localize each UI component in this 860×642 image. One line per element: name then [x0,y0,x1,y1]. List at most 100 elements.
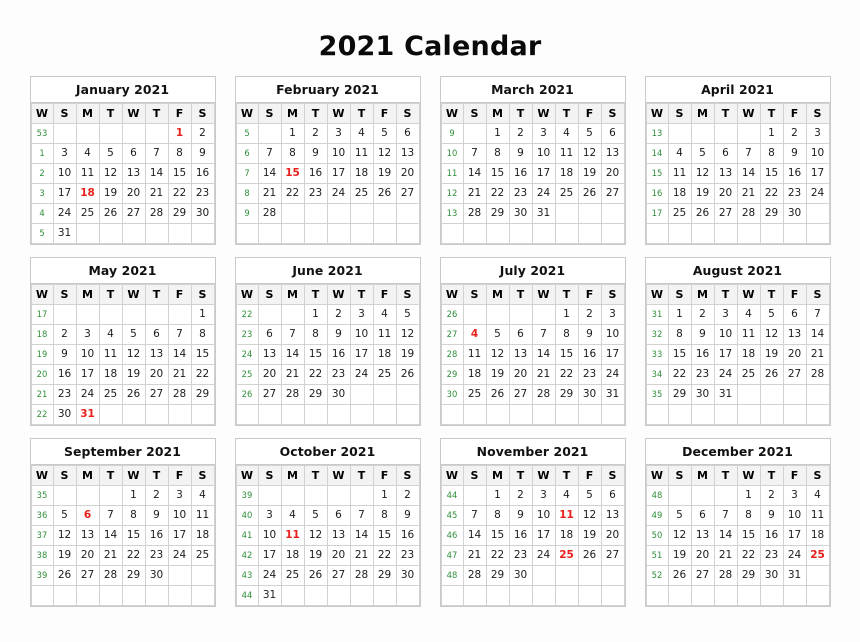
day-cell[interactable]: 12 [52,525,77,546]
day-cell[interactable]: 20 [75,545,100,566]
day-cell[interactable]: 31 [531,203,556,224]
day-cell[interactable]: 29 [759,203,784,224]
day-cell[interactable]: 16 [303,163,328,184]
day-cell[interactable]: 10 [326,143,351,164]
day-cell[interactable]: 8 [121,505,146,526]
day-cell[interactable]: 21 [713,545,738,566]
day-cell[interactable]: 22 [167,183,192,204]
day-cell[interactable]: 4 [554,123,579,144]
day-cell[interactable]: 26 [395,364,420,385]
day-cell[interactable]: 16 [759,525,784,546]
day-cell[interactable]: 4 [736,304,761,325]
day-cell[interactable]: 14 [713,525,738,546]
holiday-day-cell[interactable]: 18 [75,183,100,204]
day-cell[interactable]: 25 [349,183,374,204]
day-cell[interactable]: 6 [144,324,169,345]
day-cell[interactable]: 22 [736,545,761,566]
day-cell[interactable]: 22 [759,183,784,204]
day-cell[interactable]: 18 [736,344,761,365]
day-cell[interactable]: 13 [713,163,738,184]
day-cell[interactable]: 23 [326,364,351,385]
day-cell[interactable]: 19 [759,344,784,365]
holiday-day-cell[interactable]: 11 [554,505,579,526]
day-cell[interactable]: 22 [190,364,215,385]
day-cell[interactable]: 10 [52,163,77,184]
day-cell[interactable]: 7 [462,143,487,164]
day-cell[interactable]: 7 [167,324,192,345]
day-cell[interactable]: 7 [144,143,169,164]
day-cell[interactable]: 17 [349,344,374,365]
day-cell[interactable]: 2 [508,123,533,144]
day-cell[interactable]: 11 [736,324,761,345]
day-cell[interactable]: 24 [782,545,807,566]
day-cell[interactable]: 5 [303,505,328,526]
day-cell[interactable]: 4 [805,485,830,506]
day-cell[interactable]: 4 [280,505,305,526]
day-cell[interactable]: 15 [190,344,215,365]
day-cell[interactable]: 3 [75,324,100,345]
day-cell[interactable]: 7 [736,143,761,164]
day-cell[interactable]: 24 [349,364,374,385]
day-cell[interactable]: 10 [349,324,374,345]
day-cell[interactable]: 21 [349,545,374,566]
day-cell[interactable]: 3 [805,123,830,144]
day-cell[interactable]: 19 [52,545,77,566]
day-cell[interactable]: 10 [713,324,738,345]
holiday-day-cell[interactable]: 31 [75,404,100,425]
day-cell[interactable]: 5 [485,324,510,345]
day-cell[interactable]: 26 [577,545,602,566]
day-cell[interactable]: 3 [531,485,556,506]
day-cell[interactable]: 12 [690,163,715,184]
day-cell[interactable]: 14 [98,525,123,546]
day-cell[interactable]: 8 [190,324,215,345]
day-cell[interactable]: 14 [257,163,282,184]
day-cell[interactable]: 10 [805,143,830,164]
day-cell[interactable]: 12 [759,324,784,345]
day-cell[interactable]: 22 [121,545,146,566]
day-cell[interactable]: 26 [577,183,602,204]
day-cell[interactable]: 1 [190,304,215,325]
day-cell[interactable]: 7 [349,505,374,526]
day-cell[interactable]: 26 [690,203,715,224]
day-cell[interactable]: 8 [667,324,692,345]
day-cell[interactable]: 4 [190,485,215,506]
day-cell[interactable]: 9 [759,505,784,526]
day-cell[interactable]: 11 [667,163,692,184]
day-cell[interactable]: 14 [167,344,192,365]
day-cell[interactable]: 17 [167,525,192,546]
day-cell[interactable]: 4 [98,324,123,345]
holiday-day-cell[interactable]: 25 [805,545,830,566]
day-cell[interactable]: 20 [121,183,146,204]
day-cell[interactable]: 8 [485,143,510,164]
day-cell[interactable]: 27 [508,384,533,405]
day-cell[interactable]: 9 [508,505,533,526]
day-cell[interactable]: 6 [600,485,625,506]
day-cell[interactable]: 2 [144,485,169,506]
day-cell[interactable]: 8 [303,324,328,345]
day-cell[interactable]: 17 [782,525,807,546]
day-cell[interactable]: 3 [713,304,738,325]
day-cell[interactable]: 13 [690,525,715,546]
day-cell[interactable]: 2 [759,485,784,506]
day-cell[interactable]: 7 [805,304,830,325]
day-cell[interactable]: 19 [372,163,397,184]
day-cell[interactable]: 27 [75,565,100,586]
day-cell[interactable]: 19 [303,545,328,566]
day-cell[interactable]: 28 [462,203,487,224]
day-cell[interactable]: 5 [121,324,146,345]
day-cell[interactable]: 28 [805,364,830,385]
day-cell[interactable]: 6 [326,505,351,526]
day-cell[interactable]: 28 [531,384,556,405]
day-cell[interactable]: 21 [462,183,487,204]
day-cell[interactable]: 23 [508,545,533,566]
day-cell[interactable]: 13 [395,143,420,164]
day-cell[interactable]: 19 [667,545,692,566]
day-cell[interactable]: 5 [577,123,602,144]
day-cell[interactable]: 11 [372,324,397,345]
day-cell[interactable]: 6 [713,143,738,164]
day-cell[interactable]: 12 [577,143,602,164]
day-cell[interactable]: 18 [372,344,397,365]
day-cell[interactable]: 13 [326,525,351,546]
day-cell[interactable]: 11 [349,143,374,164]
day-cell[interactable]: 16 [508,163,533,184]
